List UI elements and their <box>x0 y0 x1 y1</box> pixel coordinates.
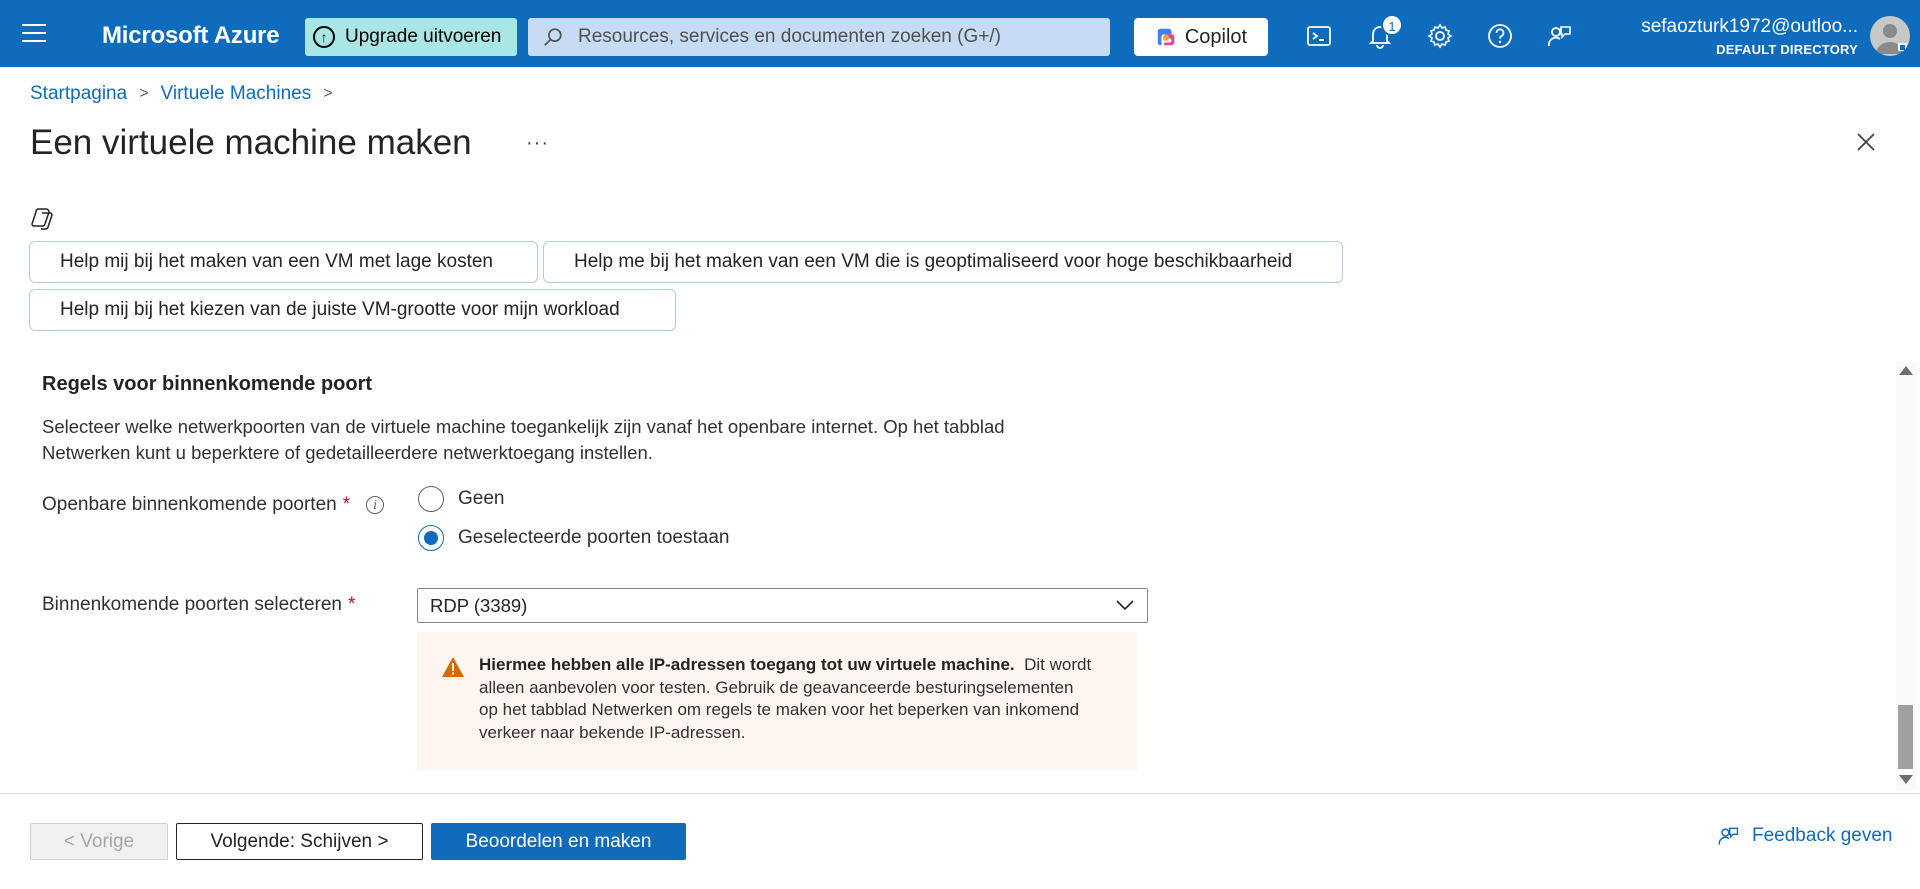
feedback-icon <box>1718 827 1739 845</box>
copilot-button[interactable]: Copilot <box>1134 18 1268 56</box>
cloud-shell-icon[interactable] <box>1305 22 1333 50</box>
copilot-label: Copilot <box>1184 25 1248 48</box>
breadcrumb-virtual-machines[interactable]: Virtuele Machines <box>161 83 312 105</box>
menu-icon[interactable] <box>22 24 46 44</box>
breadcrumb-home[interactable]: Startpagina <box>30 83 127 105</box>
more-options-button[interactable]: ··· <box>526 132 549 155</box>
warning-bold-text: Hiermee hebben alle IP-adressen toegang … <box>479 655 1015 674</box>
radio-none-label: Geen <box>458 488 505 509</box>
select-ports-label-text: Binnenkomende poorten selecteren <box>42 594 342 615</box>
section-description: Selecteer welke netwerkpoorten van de vi… <box>42 416 1005 463</box>
feedback-link[interactable]: Feedback geven <box>1716 824 1893 848</box>
notification-badge: 1 <box>1381 14 1403 36</box>
suggestion-high-availability-vm[interactable]: Help me bij het maken van een VM die is … <box>543 241 1343 283</box>
radio-none[interactable]: Geen <box>418 486 504 512</box>
help-icon[interactable] <box>1486 22 1514 50</box>
warning-icon <box>442 657 464 677</box>
avatar-icon[interactable] <box>1870 16 1910 56</box>
search-placeholder: Resources, services en documenten zoeken… <box>578 26 1001 47</box>
page-title: Een virtuele machine maken <box>30 123 472 162</box>
copilot-icon <box>31 208 53 230</box>
search-icon <box>544 28 562 46</box>
required-mark: * <box>347 594 356 615</box>
radio-allow-selected-label: Geselecteerde poorten toestaan <box>458 527 730 548</box>
inbound-ports-dropdown[interactable]: RDP (3389) <box>417 588 1148 623</box>
account-menu[interactable]: sefaozturk1972@outloo... DEFAULT DIRECTO… <box>1641 16 1858 57</box>
upgrade-icon: ↑ <box>313 26 335 48</box>
suggestion-low-cost-vm[interactable]: Help mij bij het maken van een VM met la… <box>29 241 538 283</box>
chevron-down-icon <box>1116 600 1134 611</box>
upgrade-button[interactable]: ↑ Upgrade uitvoeren <box>305 18 517 56</box>
breadcrumb: Startpagina > Virtuele Machines > <box>30 83 345 105</box>
public-ports-label-text: Openbare binnenkomende poorten <box>42 494 337 515</box>
public-ports-label: Openbare binnenkomende poorten * i <box>42 494 385 516</box>
breadcrumb-separator: > <box>139 85 149 102</box>
gear-icon[interactable] <box>1426 22 1454 50</box>
top-bar: Microsoft Azure ↑ Upgrade uitvoeren Reso… <box>0 0 1920 67</box>
select-ports-label: Binnenkomende poorten selecteren * <box>42 594 355 616</box>
radio-allow-selected[interactable]: Geselecteerde poorten toestaan <box>418 525 729 551</box>
scrollbar-thumb[interactable] <box>1898 705 1913 769</box>
upgrade-label: Upgrade uitvoeren <box>345 26 502 47</box>
radio-allow-selected-control[interactable] <box>418 525 444 551</box>
scroll-up-arrow[interactable] <box>1899 366 1913 375</box>
feedback-icon[interactable] <box>1545 22 1573 50</box>
section-title: Regels voor binnenkomende poort <box>42 373 373 395</box>
account-email: sefaozturk1972@outloo... <box>1641 16 1858 37</box>
radio-none-control[interactable] <box>418 486 444 512</box>
scroll-down-arrow[interactable] <box>1899 775 1913 784</box>
brand-title[interactable]: Microsoft Azure <box>102 22 280 50</box>
inbound-ports-value: RDP (3389) <box>430 594 528 616</box>
warning-message: Hiermee hebben alle IP-adressen toegang … <box>417 632 1137 770</box>
copilot-logo-icon <box>1157 28 1175 46</box>
suggestion-vm-size[interactable]: Help mij bij het kiezen van de juiste VM… <box>29 289 676 331</box>
search-input[interactable]: Resources, services en documenten zoeken… <box>528 18 1110 56</box>
info-icon[interactable]: i <box>366 496 385 514</box>
review-create-button[interactable]: Beoordelen en maken <box>431 823 686 860</box>
required-mark: * <box>342 494 351 515</box>
account-directory: DEFAULT DIRECTORY <box>1716 42 1858 57</box>
previous-button[interactable]: < Vorige <box>30 823 168 860</box>
next-disks-button[interactable]: Volgende: Schijven > <box>176 823 423 860</box>
feedback-label: Feedback geven <box>1752 825 1893 846</box>
footer-divider <box>0 793 1920 794</box>
breadcrumb-separator: > <box>323 85 333 102</box>
close-icon[interactable] <box>1854 130 1878 154</box>
